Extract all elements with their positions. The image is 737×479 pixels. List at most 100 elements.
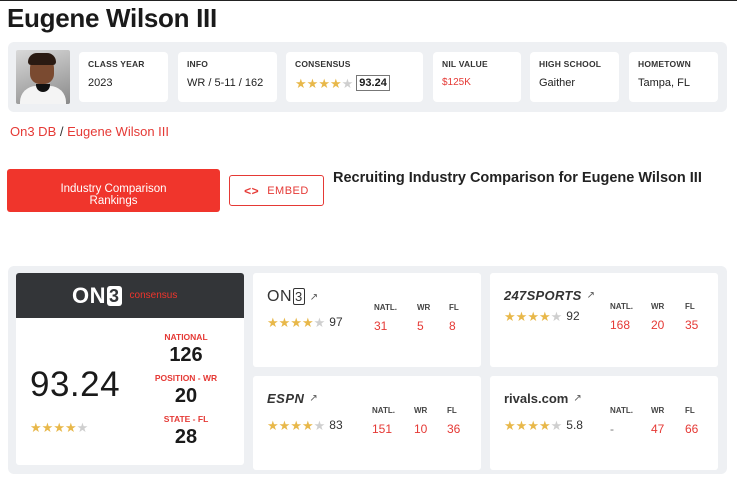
- espn-service-link[interactable]: ESPN ↗: [267, 391, 318, 406]
- star-icon: ★: [295, 75, 307, 91]
- rank-value: 28: [174, 426, 198, 448]
- external-link-icon: ↗: [309, 291, 319, 303]
- info-card-info: INFO WR / 5-11 / 162: [178, 52, 277, 102]
- star-icon: ★: [515, 417, 528, 433]
- rivals-service-link[interactable]: rivals.com ↗: [504, 391, 582, 406]
- rank-label: POSITION - WR: [154, 373, 218, 383]
- service-score: 92: [566, 309, 580, 323]
- breadcrumb-separator: /: [59, 124, 64, 139]
- star-icon: ★: [53, 420, 65, 435]
- star-icon: ★: [267, 314, 279, 330]
- star-icon: ★: [538, 308, 551, 324]
- rank-state: STATE - FL 28: [146, 414, 226, 449]
- star-icon: ★: [550, 308, 563, 324]
- star-icon: ★: [278, 314, 291, 330]
- industry-comparison-panel: ON 3 consensus 93.24 ★ ★ ★ ★ ★ NATIONAL 1…: [8, 266, 727, 474]
- service-col-position: WR 47: [651, 406, 665, 436]
- star-icon: ★: [341, 75, 354, 91]
- star-icon: ★: [527, 417, 539, 433]
- external-link-icon: ↗: [573, 393, 582, 404]
- star-icon: ★: [313, 417, 326, 433]
- info-value: 2023: [88, 77, 113, 89]
- rank-national: NATIONAL 126: [146, 332, 226, 367]
- info-value: WR / 5-11 / 162: [187, 77, 264, 89]
- star-icon: ★: [329, 75, 342, 91]
- star-icon: ★: [64, 420, 77, 435]
- service-col-natl: NATL. -: [610, 406, 633, 436]
- rank-position: POSITION - WR 20: [146, 373, 226, 408]
- 247sports-logo: 247SPORTS: [504, 288, 582, 303]
- info-value: $125K: [442, 77, 471, 88]
- service-stars: ★ ★ ★ ★ ★ 83: [267, 418, 343, 432]
- star-icon: ★: [290, 417, 302, 433]
- embed-label: EMBED: [267, 184, 309, 197]
- service-card-espn: ESPN ↗ ★ ★ ★ ★ ★ 83 NATL. 151 WR 10 FL 36: [253, 376, 481, 470]
- info-card-nil-value: NIL VALUE $125K: [433, 52, 521, 102]
- service-col-natl: NATL. 151: [372, 406, 395, 436]
- star-icon: ★: [290, 314, 302, 330]
- consensus-big-score: 93.24: [30, 365, 121, 404]
- external-link-icon: ↗: [586, 290, 595, 301]
- code-icon: <>: [244, 183, 260, 198]
- on3-service-link[interactable]: ON 3 ↗: [267, 288, 318, 306]
- on3-consensus-card: ON 3 consensus 93.24 ★ ★ ★ ★ ★ NATIONAL 1…: [16, 273, 244, 465]
- star-icon: ★: [278, 417, 291, 433]
- rank-value: 20: [174, 385, 198, 407]
- on3-logo: ON 3: [72, 282, 122, 308]
- section-title: Recruiting Industry Comparison for Eugen…: [333, 170, 702, 186]
- star-icon: ★: [30, 420, 42, 435]
- info-card-high-school: HIGH SCHOOL Gaither: [530, 52, 619, 102]
- service-card-rivals: rivals.com ↗ ★ ★ ★ ★ ★ 5.8 NATL. - WR 47 FL 66: [490, 376, 718, 470]
- service-col-position: WR 20: [651, 302, 665, 332]
- info-card-class-year: CLASS YEAR 2023: [79, 52, 168, 102]
- embed-button[interactable]: <> EMBED: [229, 175, 324, 206]
- on3-logo: ON 3: [267, 288, 305, 305]
- star-icon: ★: [515, 308, 528, 324]
- external-link-icon: ↗: [309, 393, 318, 404]
- service-col-state: FL 66: [685, 406, 699, 436]
- rank-label: NATIONAL: [164, 332, 208, 342]
- industry-comparison-button[interactable]: Industry Comparison Rankings: [7, 169, 220, 212]
- info-label: CONSENSUS: [295, 59, 351, 69]
- service-col-position: WR 5: [417, 303, 431, 333]
- service-score: 83: [329, 418, 343, 432]
- info-label: HIGH SCHOOL: [539, 59, 602, 69]
- rank-value: 126: [169, 344, 203, 366]
- consensus-rating-stars: ★ ★ ★ ★ ★: [30, 421, 88, 434]
- service-stars: ★ ★ ★ ★ ★ 97: [267, 315, 343, 329]
- consensus-score: 93.24: [356, 75, 390, 91]
- top-divider: [0, 0, 737, 1]
- star-icon: ★: [76, 420, 89, 435]
- rivals-logo: rivals.com: [504, 391, 569, 406]
- player-info-strip: CLASS YEAR 2023 INFO WR / 5-11 / 162 CON…: [8, 42, 727, 112]
- star-icon: ★: [41, 420, 54, 435]
- star-icon: ★: [301, 417, 314, 433]
- star-icon: ★: [318, 75, 330, 91]
- service-col-state: FL 36: [447, 406, 461, 436]
- service-col-state: FL 35: [685, 302, 699, 332]
- consensus-stars: ★ ★ ★ ★ ★ 93.24: [295, 75, 423, 91]
- consensus-tag: consensus: [129, 290, 178, 301]
- star-icon: ★: [504, 308, 516, 324]
- service-score: 5.8: [566, 418, 583, 432]
- breadcrumb: On3 DB / Eugene Wilson III: [10, 124, 169, 139]
- service-col-state: FL 8: [449, 303, 459, 333]
- service-col-natl: NATL. 168: [610, 302, 633, 332]
- info-label: NIL VALUE: [442, 59, 488, 69]
- service-stars: ★ ★ ★ ★ ★ 92: [504, 309, 580, 323]
- 247sports-service-link[interactable]: 247SPORTS ↗: [504, 288, 595, 303]
- player-avatar: [16, 50, 70, 104]
- info-label: INFO: [187, 59, 209, 69]
- info-value: Tampa, FL: [638, 77, 690, 89]
- breadcrumb-current-link[interactable]: Eugene Wilson III: [67, 124, 169, 139]
- star-icon: ★: [267, 417, 279, 433]
- star-icon: ★: [550, 417, 563, 433]
- service-col-position: WR 10: [414, 406, 428, 436]
- star-icon: ★: [306, 75, 319, 91]
- espn-logo: ESPN: [267, 391, 305, 406]
- page-title: Eugene Wilson III: [7, 3, 217, 33]
- breadcrumb-root-link[interactable]: On3 DB: [10, 124, 56, 139]
- consensus-header: ON 3 consensus: [16, 273, 244, 318]
- service-col-natl: NATL. 31: [374, 303, 397, 333]
- industry-comparison-label-line1: Industry Comparison: [60, 183, 167, 195]
